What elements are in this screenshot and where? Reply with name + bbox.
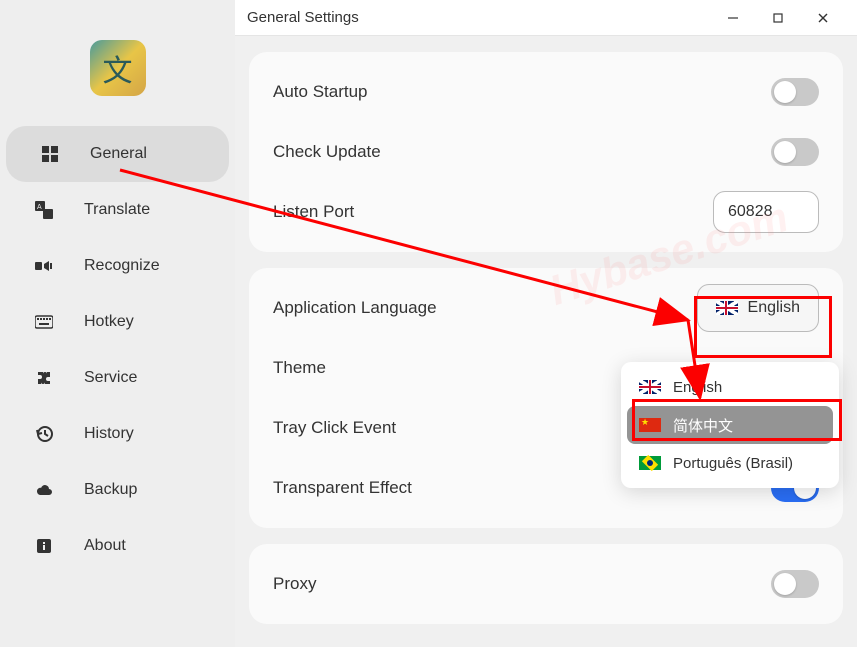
row-check-update: Check Update [249,122,843,182]
sidebar-item-translate[interactable]: A Translate [0,182,235,238]
recognize-icon [34,256,54,276]
sidebar: 文 General A Translate Recognize Hotkey S… [0,0,235,647]
label-transparent: Transparent Effect [273,478,412,498]
keyboard-icon [34,312,54,332]
toggle-check-update[interactable] [771,138,819,166]
window-title: General Settings [247,9,710,26]
app-window: 文 General A Translate Recognize Hotkey S… [0,0,857,647]
label-app-language: Application Language [273,298,437,318]
sidebar-item-about[interactable]: About [0,518,235,574]
sidebar-item-label: Translate [84,201,150,219]
sidebar-item-backup[interactable]: Backup [0,462,235,518]
row-listen-port: Listen Port [249,182,843,242]
label-proxy: Proxy [273,574,316,594]
flag-uk-icon [716,301,738,315]
puzzle-icon [34,368,54,388]
translate-icon: A [34,200,54,220]
settings-content: Auto Startup Check Update Listen Port Ap… [235,36,857,647]
history-icon [34,424,54,444]
sidebar-item-label: Recognize [84,257,160,275]
titlebar: General Settings [235,0,857,36]
grid-icon [40,144,60,164]
language-selector-button[interactable]: English [697,284,819,332]
main-panel: General Settings Auto Startup Check Upda… [235,0,857,647]
sidebar-item-label: Hotkey [84,313,134,331]
flag-uk-icon [639,380,661,394]
language-dropdown: English 简体中文 Português (Brasil) [621,362,839,488]
row-proxy: Proxy [249,554,843,614]
language-option-chinese[interactable]: 简体中文 [627,406,833,444]
info-icon [34,536,54,556]
close-button[interactable] [800,3,845,33]
label-auto-startup: Auto Startup [273,82,368,102]
card-general-options: Auto Startup Check Update Listen Port [249,52,843,252]
flag-br-icon [639,456,661,470]
sidebar-item-label: History [84,425,134,443]
row-app-language: Application Language English [249,278,843,338]
label-listen-port: Listen Port [273,202,354,222]
svg-text:A: A [37,204,42,211]
input-listen-port[interactable] [713,191,819,233]
language-option-label: Português (Brasil) [673,455,793,472]
sidebar-item-hotkey[interactable]: Hotkey [0,294,235,350]
toggle-proxy[interactable] [771,570,819,598]
sidebar-item-label: Backup [84,481,137,499]
minimize-button[interactable] [710,3,755,33]
flag-cn-icon [639,418,661,432]
sidebar-item-history[interactable]: History [0,406,235,462]
language-option-label: English [673,379,722,396]
label-tray-click: Tray Click Event [273,418,396,438]
label-check-update: Check Update [273,142,381,162]
sidebar-item-label: Service [84,369,137,387]
window-controls [710,3,845,33]
language-option-label: 简体中文 [673,415,733,436]
language-option-portuguese[interactable]: Português (Brasil) [627,444,833,482]
language-option-english[interactable]: English [627,368,833,406]
toggle-auto-startup[interactable] [771,78,819,106]
language-current-value: English [748,299,800,317]
cloud-icon [34,480,54,500]
sidebar-item-label: About [84,537,126,555]
sidebar-item-label: General [90,145,147,163]
sidebar-item-service[interactable]: Service [0,350,235,406]
maximize-button[interactable] [755,3,800,33]
sidebar-item-general[interactable]: General [6,126,229,182]
nav-list: General A Translate Recognize Hotkey Ser… [0,126,235,574]
app-logo: 文 [90,40,146,96]
card-proxy: Proxy [249,544,843,624]
row-auto-startup: Auto Startup [249,62,843,122]
sidebar-item-recognize[interactable]: Recognize [0,238,235,294]
label-theme: Theme [273,358,326,378]
